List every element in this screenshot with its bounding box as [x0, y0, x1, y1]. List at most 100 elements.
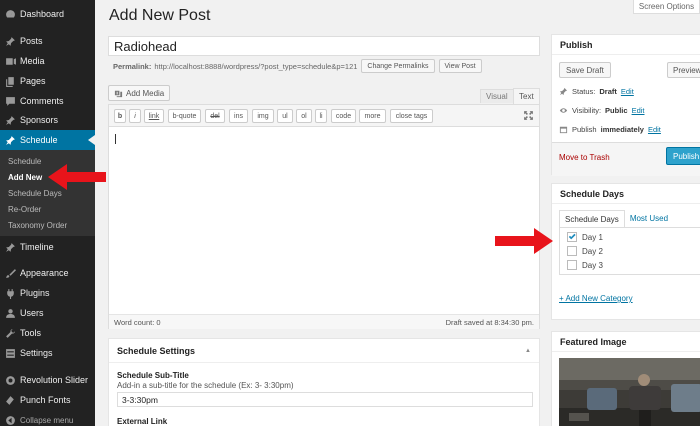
red-arrow-add-new-icon: [48, 164, 106, 190]
qt-ins-button[interactable]: ins: [229, 109, 248, 123]
day-3-checkbox[interactable]: [567, 260, 577, 270]
sidebar-item-label: Settings: [20, 348, 53, 358]
add-media-icon: [114, 90, 123, 97]
admin-sidebar: Dashboard Posts Media Pages Comments Spo…: [0, 0, 95, 426]
qt-img-button[interactable]: img: [252, 109, 274, 123]
schedule-days-tabs: Schedule Days Most Used: [559, 210, 673, 227]
qt-ul-button[interactable]: ul: [277, 109, 293, 123]
pages-icon: [0, 76, 20, 87]
sidebar-item-label: Plugins: [20, 288, 50, 298]
subtitle-input[interactable]: 3-3:30pm: [117, 392, 533, 407]
sidebar-item-dashboard[interactable]: Dashboard: [0, 4, 95, 24]
sidebar-collapse-menu[interactable]: Collapse menu: [0, 410, 95, 426]
submenu-item-schedule[interactable]: Schedule: [8, 157, 41, 166]
dashboard-icon: [0, 9, 20, 20]
post-content-editor[interactable]: b i link b-quote del ins img ul ol li co…: [108, 104, 540, 329]
schedule-settings-metabox: Schedule Settings ▲ Schedule Sub-Title A…: [108, 338, 540, 426]
sidebar-item-punch-fonts[interactable]: Punch Fonts: [0, 390, 95, 410]
pin-icon: [0, 135, 20, 146]
tab-text[interactable]: Text: [513, 88, 540, 104]
sidebar-item-label: Posts: [20, 36, 43, 46]
sidebar-item-plugins[interactable]: Plugins: [0, 283, 95, 303]
status-value: Draft: [599, 87, 617, 96]
post-title-input[interactable]: Radiohead: [108, 36, 540, 56]
day-2-checkbox[interactable]: [567, 246, 577, 256]
screen-options-button[interactable]: Screen Options: [633, 0, 700, 14]
publish-time-value: immediately: [600, 125, 644, 134]
publish-button[interactable]: Publish: [666, 147, 700, 165]
submenu-item-re-order[interactable]: Re-Order: [8, 205, 41, 214]
schedule-settings-title: Schedule Settings: [117, 345, 196, 356]
schedule-days-checklist: Day 1 Day 2 Day 3: [559, 227, 700, 275]
sidebar-item-label: Collapse menu: [20, 415, 74, 425]
add-new-category-link[interactable]: + Add New Category: [559, 294, 633, 303]
qt-italic-button[interactable]: i: [129, 109, 141, 123]
slider-icon: [0, 375, 20, 386]
permalink-url[interactable]: http://localhost:8888/wordpress/?post_ty…: [154, 62, 357, 71]
qt-more-button[interactable]: more: [359, 109, 386, 123]
sidebar-item-timeline[interactable]: Timeline: [0, 237, 95, 257]
publish-time-row: Publish immediately Edit: [559, 125, 661, 134]
visibility-value: Public: [605, 106, 628, 115]
sidebar-item-pages[interactable]: Pages: [0, 71, 95, 91]
collapse-arrow-icon[interactable]: ▲: [525, 348, 531, 354]
sidebar-item-settings[interactable]: Settings: [0, 343, 95, 363]
edit-status-link[interactable]: Edit: [621, 87, 634, 96]
change-permalinks-button[interactable]: Change Permalinks: [361, 59, 435, 73]
sidebar-item-media[interactable]: Media: [0, 51, 95, 71]
featured-image-metabox: Featured Image: [551, 331, 700, 426]
add-media-button[interactable]: Add Media: [108, 85, 171, 101]
sidebar-item-label: Dashboard: [20, 9, 65, 19]
editor-status-bar: Word count: 0 Draft saved at 8:34:30 pm.: [109, 314, 539, 329]
tab-visual[interactable]: Visual: [480, 89, 514, 103]
edit-publish-time-link[interactable]: Edit: [648, 125, 661, 134]
qt-blockquote-button[interactable]: b-quote: [168, 109, 201, 123]
publish-actions: Move to Trash Publish: [552, 142, 700, 176]
day-option-1[interactable]: Day 1: [567, 232, 603, 242]
sidebar-item-label: Pages: [20, 76, 46, 86]
sidebar-item-posts[interactable]: Posts: [0, 31, 95, 51]
qt-code-button[interactable]: code: [331, 109, 356, 123]
tab-all-schedule-days[interactable]: Schedule Days: [559, 210, 625, 227]
sidebar-item-comments[interactable]: Comments: [0, 91, 95, 111]
tab-most-used[interactable]: Most Used: [625, 210, 673, 227]
visibility-label: Visibility:: [572, 106, 602, 115]
sidebar-item-schedule[interactable]: Schedule: [0, 130, 95, 150]
sidebar-item-revolution-slider[interactable]: Revolution Slider: [0, 370, 95, 390]
pin-icon: [0, 115, 20, 126]
day-label: Day 2: [582, 246, 603, 256]
subtitle-field-label: Schedule Sub-Title: [117, 371, 189, 380]
move-to-trash-link[interactable]: Move to Trash: [559, 153, 610, 162]
schedule-settings-header[interactable]: Schedule Settings ▲: [109, 339, 539, 363]
sidebar-item-label: Media: [20, 56, 45, 66]
submenu-item-add-new[interactable]: Add New: [8, 173, 42, 182]
preview-button[interactable]: Preview: [667, 62, 700, 78]
sidebar-item-label: Users: [20, 308, 44, 318]
qt-del-button[interactable]: del: [205, 109, 225, 123]
checkmark-icon: [568, 233, 576, 240]
sidebar-item-sponsors[interactable]: Sponsors: [0, 110, 95, 130]
media-icon: [0, 56, 20, 67]
submenu-item-taxonomy-order[interactable]: Taxonomy Order: [8, 221, 67, 230]
fullscreen-icon[interactable]: [523, 110, 534, 121]
qt-li-button[interactable]: li: [315, 109, 327, 123]
qt-ol-button[interactable]: ol: [296, 109, 312, 123]
day-option-3[interactable]: Day 3: [567, 260, 603, 270]
day-1-checkbox[interactable]: [567, 232, 577, 242]
sidebar-item-users[interactable]: Users: [0, 303, 95, 323]
qt-link-button[interactable]: link: [144, 109, 164, 123]
schedule-days-title: Schedule Days: [552, 184, 700, 204]
edit-visibility-link[interactable]: Edit: [632, 106, 645, 115]
sidebar-item-tools[interactable]: Tools: [0, 323, 95, 343]
eye-icon: [559, 108, 568, 113]
qt-close-tags-button[interactable]: close tags: [390, 109, 433, 123]
permalink-label: Permalink:: [113, 61, 152, 71]
fonts-icon: [0, 395, 20, 406]
featured-image-photo[interactable]: [559, 358, 700, 426]
view-post-button[interactable]: View Post: [438, 59, 482, 73]
qt-bold-button[interactable]: b: [114, 109, 126, 123]
day-option-2[interactable]: Day 2: [567, 246, 603, 256]
schedule-days-metabox: Schedule Days Schedule Days Most Used Da…: [551, 183, 700, 320]
save-draft-button[interactable]: Save Draft: [559, 62, 611, 78]
sidebar-item-appearance[interactable]: Appearance: [0, 263, 95, 283]
